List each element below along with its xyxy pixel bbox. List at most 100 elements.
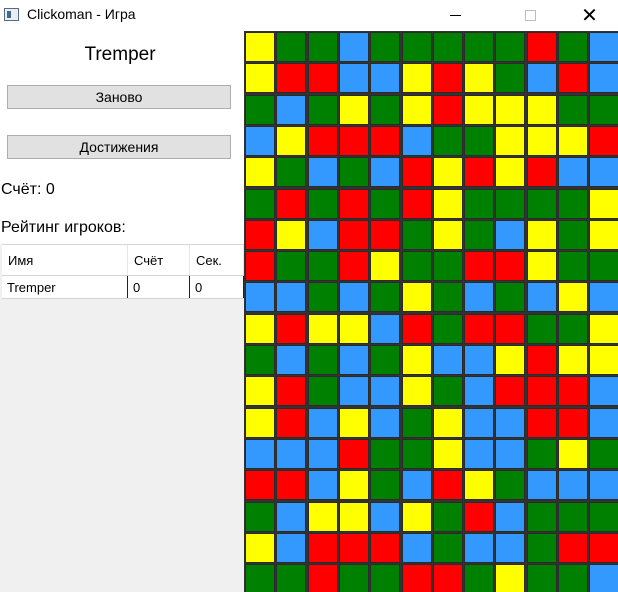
- tile-blue[interactable]: [464, 438, 495, 469]
- tile-red[interactable]: [432, 564, 463, 592]
- tile-green[interactable]: [589, 94, 618, 125]
- tile-yellow[interactable]: [432, 219, 463, 250]
- tile-blue[interactable]: [589, 564, 618, 592]
- tile-blue[interactable]: [245, 282, 275, 313]
- tile-yellow[interactable]: [464, 470, 495, 501]
- tile-yellow[interactable]: [401, 376, 432, 407]
- tile-blue[interactable]: [526, 470, 557, 501]
- column-header-name[interactable]: Имя: [2, 245, 128, 275]
- tile-blue[interactable]: [276, 501, 307, 532]
- tile-blue[interactable]: [245, 125, 275, 156]
- tile-green[interactable]: [245, 564, 275, 592]
- tile-yellow[interactable]: [307, 501, 338, 532]
- tile-red[interactable]: [338, 438, 369, 469]
- tile-yellow[interactable]: [526, 94, 557, 125]
- tile-blue[interactable]: [338, 345, 369, 375]
- close-button[interactable]: ✕: [566, 0, 613, 31]
- tile-red[interactable]: [276, 63, 307, 94]
- tile-yellow[interactable]: [526, 251, 557, 282]
- tile-yellow[interactable]: [432, 407, 463, 438]
- game-board[interactable]: [244, 31, 618, 592]
- tile-red[interactable]: [526, 157, 557, 188]
- tile-yellow[interactable]: [245, 157, 275, 188]
- tile-green[interactable]: [589, 501, 618, 532]
- achievements-button[interactable]: Достижения: [7, 135, 231, 159]
- tile-blue[interactable]: [558, 470, 588, 501]
- tile-green[interactable]: [526, 532, 557, 563]
- rating-table[interactable]: Имя Счёт Сек. Tremper 0 0: [2, 244, 244, 299]
- tile-yellow[interactable]: [432, 157, 463, 188]
- tile-red[interactable]: [401, 188, 432, 219]
- tile-red[interactable]: [589, 125, 618, 156]
- tile-red[interactable]: [526, 32, 557, 62]
- tile-green[interactable]: [307, 345, 338, 375]
- tile-red[interactable]: [338, 125, 369, 156]
- tile-red[interactable]: [432, 63, 463, 94]
- tile-green[interactable]: [245, 501, 275, 532]
- minimize-button[interactable]: [432, 0, 479, 31]
- tile-red[interactable]: [432, 470, 463, 501]
- tile-yellow[interactable]: [589, 219, 618, 250]
- tile-red[interactable]: [307, 532, 338, 563]
- tile-green[interactable]: [495, 282, 526, 313]
- tile-yellow[interactable]: [589, 345, 618, 375]
- tile-green[interactable]: [370, 345, 401, 375]
- tile-red[interactable]: [558, 376, 588, 407]
- tile-blue[interactable]: [370, 63, 401, 94]
- tile-blue[interactable]: [464, 282, 495, 313]
- tile-green[interactable]: [338, 564, 369, 592]
- tile-green[interactable]: [526, 564, 557, 592]
- tile-yellow[interactable]: [338, 313, 369, 344]
- tile-blue[interactable]: [370, 313, 401, 344]
- column-header-score[interactable]: Счёт: [128, 245, 190, 275]
- tile-blue[interactable]: [307, 470, 338, 501]
- tile-blue[interactable]: [338, 63, 369, 94]
- tile-red[interactable]: [276, 470, 307, 501]
- tile-red[interactable]: [495, 251, 526, 282]
- tile-blue[interactable]: [245, 438, 275, 469]
- tile-green[interactable]: [307, 94, 338, 125]
- tile-red[interactable]: [558, 63, 588, 94]
- tile-blue[interactable]: [464, 532, 495, 563]
- tile-green[interactable]: [558, 501, 588, 532]
- tile-red[interactable]: [464, 157, 495, 188]
- tile-yellow[interactable]: [432, 438, 463, 469]
- tile-green[interactable]: [307, 282, 338, 313]
- tile-yellow[interactable]: [338, 470, 369, 501]
- tile-blue[interactable]: [495, 438, 526, 469]
- tile-green[interactable]: [432, 125, 463, 156]
- tile-red[interactable]: [245, 470, 275, 501]
- tile-red[interactable]: [307, 63, 338, 94]
- tile-red[interactable]: [370, 219, 401, 250]
- tile-blue[interactable]: [589, 157, 618, 188]
- tile-green[interactable]: [370, 94, 401, 125]
- tile-red[interactable]: [526, 345, 557, 375]
- tile-green[interactable]: [432, 282, 463, 313]
- tile-red[interactable]: [495, 313, 526, 344]
- tile-green[interactable]: [401, 219, 432, 250]
- tile-yellow[interactable]: [432, 188, 463, 219]
- tile-blue[interactable]: [589, 282, 618, 313]
- restart-button[interactable]: Заново: [7, 85, 231, 109]
- tile-yellow[interactable]: [495, 125, 526, 156]
- tile-green[interactable]: [370, 564, 401, 592]
- tile-green[interactable]: [276, 251, 307, 282]
- tile-yellow[interactable]: [558, 438, 588, 469]
- tile-blue[interactable]: [276, 438, 307, 469]
- tile-blue[interactable]: [338, 32, 369, 62]
- tile-yellow[interactable]: [401, 63, 432, 94]
- tile-blue[interactable]: [276, 345, 307, 375]
- tile-yellow[interactable]: [245, 63, 275, 94]
- tile-blue[interactable]: [307, 219, 338, 250]
- tile-green[interactable]: [245, 188, 275, 219]
- tile-green[interactable]: [370, 188, 401, 219]
- tile-yellow[interactable]: [526, 219, 557, 250]
- tile-blue[interactable]: [589, 470, 618, 501]
- tile-yellow[interactable]: [464, 94, 495, 125]
- tile-blue[interactable]: [464, 376, 495, 407]
- tile-red[interactable]: [307, 564, 338, 592]
- tile-red[interactable]: [370, 125, 401, 156]
- tile-green[interactable]: [526, 438, 557, 469]
- tile-green[interactable]: [558, 219, 588, 250]
- tile-green[interactable]: [432, 376, 463, 407]
